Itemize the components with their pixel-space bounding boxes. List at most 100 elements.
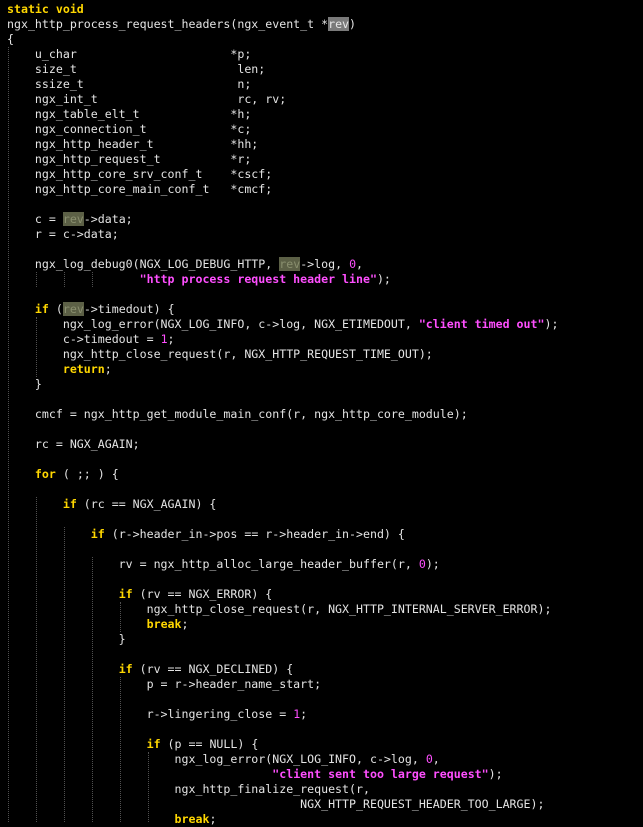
code-line[interactable]: rv = ngx_http_alloc_large_header_buffer(… [7, 557, 440, 572]
code-line[interactable]: NGX_HTTP_REQUEST_HEADER_TOO_LARGE); [7, 797, 544, 812]
code-line[interactable]: for ( ;; ) { [7, 467, 119, 482]
code-line[interactable]: c->timedout = 1; [7, 332, 175, 347]
code-text: ; [167, 332, 175, 346]
indent-guide [36, 317, 37, 377]
keyword-token: break [146, 617, 182, 631]
code-line[interactable]: ngx_http_finalize_request(r, [7, 782, 370, 797]
code-line[interactable]: ngx_http_core_srv_conf_t *cscf; [7, 167, 272, 182]
keyword-token: if [118, 662, 133, 676]
code-line[interactable]: if (rev->timedout) { [7, 302, 175, 317]
code-line[interactable]: size_t len; [7, 62, 265, 77]
code-text: ); [376, 272, 391, 286]
code-text: ngx_http_close_request(r, NGX_HTTP_REQUE… [7, 347, 433, 361]
string-literal: "client sent too large request" [272, 767, 489, 781]
code-line[interactable]: ngx_table_elt_t *h; [7, 107, 251, 122]
code-line[interactable]: if (rv == NGX_ERROR) { [7, 587, 273, 602]
code-line[interactable]: if (rv == NGX_DECLINED) { [7, 662, 294, 677]
code-text: ngx_connection_t *c; [7, 122, 252, 136]
code-text: ->data; [83, 212, 133, 226]
number-literal: 0 [418, 557, 426, 571]
keyword-token: for [34, 467, 56, 481]
code-line[interactable]: } [7, 377, 42, 392]
code-line[interactable]: ngx_connection_t *c; [7, 122, 251, 137]
code-text: } [7, 377, 42, 391]
code-line[interactable]: } [7, 632, 126, 647]
code-line[interactable]: ngx_http_header_t *hh; [7, 137, 258, 152]
indent-guide [92, 272, 93, 287]
code-line[interactable]: ngx_log_debug0(NGX_LOG_DEBUG_HTTP, rev->… [7, 257, 363, 272]
code-text: ; [300, 707, 308, 721]
indent-guide [120, 677, 121, 822]
code-text: NGX_HTTP_REQUEST_HEADER_TOO_LARGE); [7, 797, 545, 811]
keyword-token: if [118, 587, 133, 601]
code-line[interactable]: if (p == NULL) { [7, 737, 259, 752]
code-text: (rv == NGX_ERROR) { [132, 587, 273, 601]
code-text: rc = NGX_AGAIN; [7, 437, 140, 451]
code-text: ->timedout) { [83, 302, 175, 316]
code-line[interactable]: r = c->data; [7, 227, 119, 242]
code-line[interactable]: ngx_http_close_request(r, NGX_HTTP_REQUE… [7, 347, 433, 362]
code-text: c->timedout = [7, 332, 161, 346]
selected-token: rev [328, 17, 350, 31]
code-text: ; [181, 617, 189, 631]
string-literal: "http process request header line" [139, 272, 377, 286]
indent-guide [36, 272, 37, 287]
code-text: r->lingering_close = [7, 707, 294, 721]
code-text: { [7, 32, 14, 46]
match-highlight: rev [279, 257, 301, 271]
code-line[interactable]: u_char *p; [7, 47, 251, 62]
code-line[interactable]: ngx_http_process_request_headers(ngx_eve… [7, 17, 356, 32]
code-text: ); [544, 317, 559, 331]
code-text: ngx_http_core_srv_conf_t *cscf; [7, 167, 273, 181]
code-line[interactable]: r->lingering_close = 1; [7, 707, 308, 722]
code-line[interactable]: static void [7, 2, 84, 17]
code-line[interactable]: rc = NGX_AGAIN; [7, 437, 140, 452]
number-literal: 0 [349, 257, 357, 271]
keyword-token: if [34, 302, 49, 316]
indent-guide [148, 752, 149, 822]
code-line[interactable]: "client sent too large request"); [7, 767, 502, 782]
code-line[interactable]: ngx_log_error(NGX_LOG_INFO, c->log, 0, [7, 752, 440, 767]
number-literal: 1 [160, 332, 168, 346]
code-text: ; [104, 362, 112, 376]
code-line[interactable]: ssize_t n; [7, 77, 251, 92]
code-text: ngx_int_t rc, rv; [7, 92, 287, 106]
code-line[interactable]: ngx_int_t rc, rv; [7, 92, 286, 107]
code-text: ; [209, 812, 217, 826]
code-text: ngx_http_header_t *hh; [7, 137, 259, 151]
code-text: ngx_http_process_request_headers(ngx_eve… [7, 17, 329, 31]
code-text: (r->header_in->pos == r->header_in->end)… [104, 527, 405, 541]
code-line[interactable]: ngx_http_close_request(r, NGX_HTTP_INTER… [7, 602, 552, 617]
code-text: ngx_log_error(NGX_LOG_INFO, c->log, [7, 752, 426, 766]
code-text: , [432, 752, 440, 766]
code-line[interactable]: c = rev->data; [7, 212, 133, 227]
code-line[interactable]: p = r->header_name_start; [7, 677, 322, 692]
code-text: } [7, 632, 126, 646]
code-line[interactable]: break; [7, 812, 217, 827]
code-line[interactable]: if (r->header_in->pos == r->header_in->e… [7, 527, 405, 542]
code-line[interactable]: { [7, 32, 14, 47]
code-line[interactable]: ngx_log_error(NGX_LOG_INFO, c->log, NGX_… [7, 317, 559, 332]
code-line[interactable]: if (rc == NGX_AGAIN) { [7, 497, 217, 512]
code-text: ngx_table_elt_t *h; [7, 107, 252, 121]
code-editor[interactable]: static void ngx_http_process_request_head… [0, 0, 643, 826]
code-line[interactable]: ngx_http_request_t *r; [7, 152, 251, 167]
code-line[interactable]: break; [7, 617, 189, 632]
code-line[interactable]: return; [7, 362, 112, 377]
code-text: (rc == NGX_AGAIN) { [76, 497, 217, 511]
code-line[interactable]: cmcf = ngx_http_get_module_main_conf(r, … [7, 407, 468, 422]
code-text: ngx_http_close_request(r, NGX_HTTP_INTER… [7, 602, 552, 616]
code-text: u_char *p; [7, 47, 252, 61]
code-text: ->log, [300, 257, 350, 271]
code-text: , [356, 257, 364, 271]
code-line[interactable]: ngx_http_core_main_conf_t *cmcf; [7, 182, 272, 197]
